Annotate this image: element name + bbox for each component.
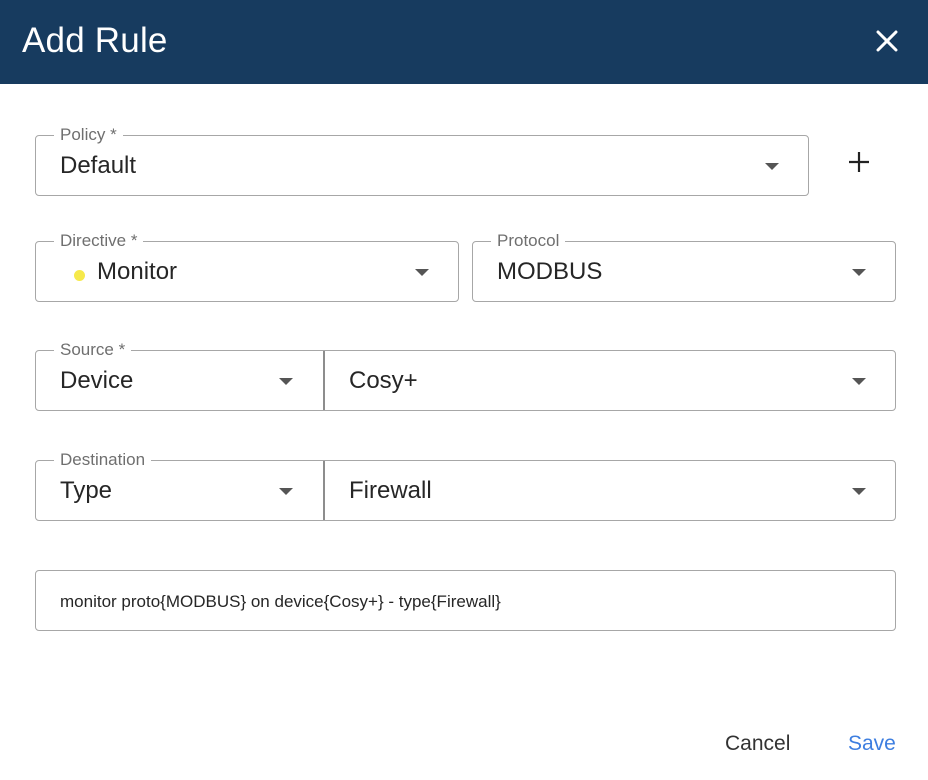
close-icon — [876, 30, 898, 52]
dialog-title: Add Rule — [22, 21, 168, 60]
rule-text-field[interactable]: monitor proto{MODBUS} on device{Cosy+} -… — [35, 570, 896, 631]
source-value-select[interactable]: Cosy+ — [325, 351, 896, 410]
close-button[interactable] — [870, 24, 904, 58]
rule-text: monitor proto{MODBUS} on device{Cosy+} -… — [60, 592, 501, 611]
policy-label: Policy * — [54, 125, 123, 145]
destination-field: Destination Type Firewall — [35, 450, 896, 521]
status-dot-icon — [74, 270, 85, 281]
source-field: Source * Device Cosy+ — [35, 340, 896, 411]
add-policy-button[interactable] — [844, 147, 874, 177]
source-value: Cosy+ — [349, 367, 418, 394]
policy-select[interactable]: Policy * Default — [35, 125, 809, 196]
chevron-down-icon — [852, 378, 866, 385]
chevron-down-icon — [852, 269, 866, 276]
plus-icon — [849, 152, 869, 172]
directive-value: Monitor — [97, 258, 178, 285]
policy-value: Default — [60, 152, 137, 179]
destination-value: Firewall — [349, 477, 432, 504]
chevron-down-icon — [415, 269, 429, 276]
cancel-button[interactable]: Cancel — [725, 731, 790, 757]
chevron-down-icon — [765, 163, 779, 170]
save-button[interactable]: Save — [848, 731, 896, 757]
destination-kind-select[interactable]: Type — [36, 461, 324, 520]
source-kind-select[interactable]: Device — [36, 351, 324, 410]
chevron-down-icon — [279, 378, 293, 385]
destination-kind-value: Type — [60, 477, 113, 504]
protocol-label: Protocol — [491, 231, 566, 251]
dialog-header: Add Rule — [0, 0, 928, 84]
protocol-value: MODBUS — [497, 258, 603, 285]
destination-value-select[interactable]: Firewall — [325, 461, 896, 520]
chevron-down-icon — [279, 488, 293, 495]
directive-label: Directive * — [54, 231, 144, 251]
directive-select[interactable]: Directive * Monitor — [35, 231, 459, 302]
source-kind-value: Device — [60, 367, 134, 394]
chevron-down-icon — [852, 488, 866, 495]
protocol-select[interactable]: Protocol MODBUS — [472, 231, 896, 302]
